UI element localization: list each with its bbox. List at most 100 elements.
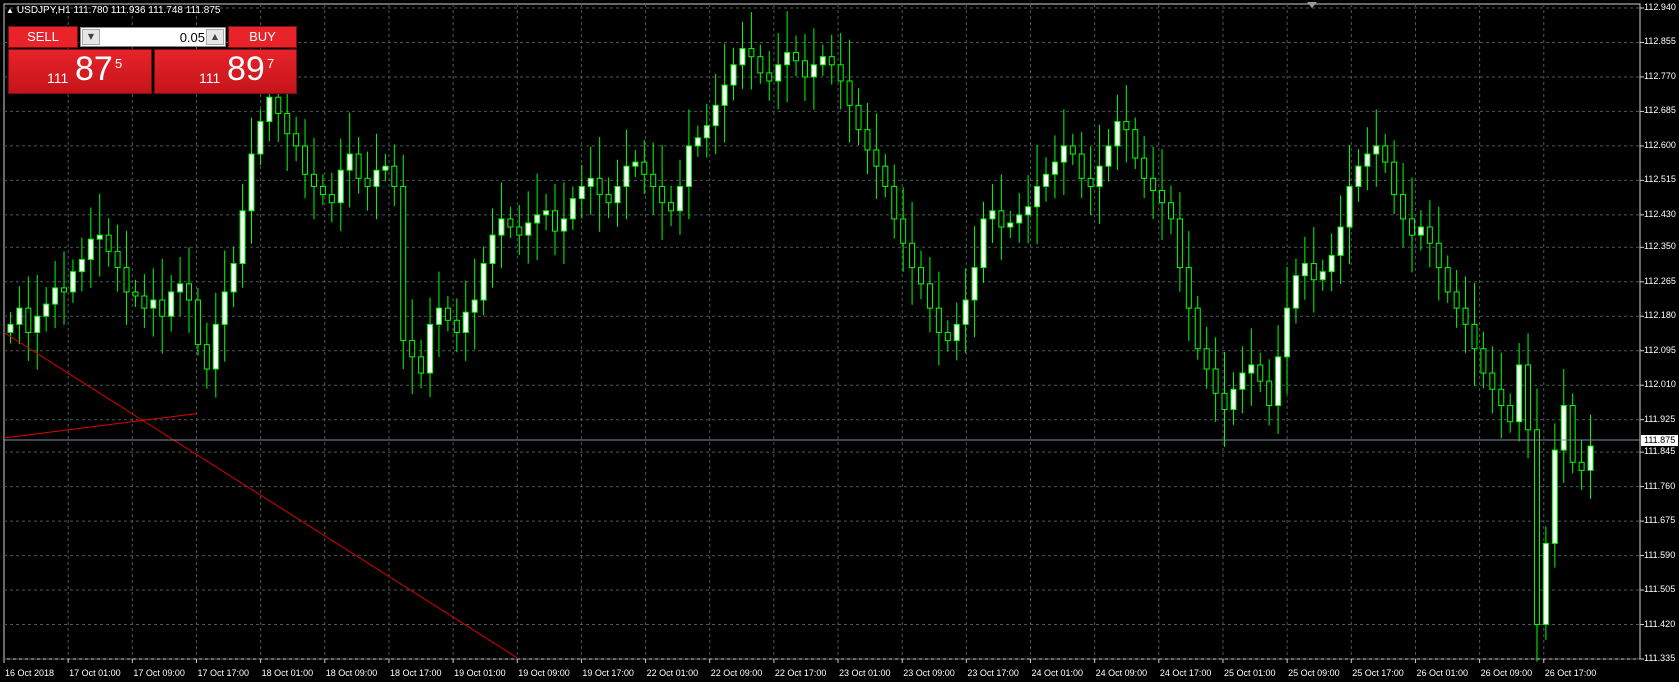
candle-body (319, 185, 326, 196)
x-tick-label: 23 Oct 17:00 (967, 668, 1019, 678)
y-tick-label: 112.010 (1644, 379, 1676, 390)
y-tick-label: 112.770 (1644, 70, 1676, 81)
candle-body (96, 234, 103, 240)
chart-shift-marker-icon[interactable] (1307, 2, 1317, 8)
candle-body (293, 133, 300, 147)
candle-body (52, 287, 59, 305)
candle-body (730, 64, 737, 86)
candle-body (1453, 291, 1460, 309)
candle-body (801, 60, 808, 78)
candle-body (435, 307, 442, 325)
candle-body (1400, 194, 1407, 220)
y-tick-label: 111.590 (1644, 549, 1676, 560)
candle-body (1364, 153, 1371, 167)
x-tick-label: 19 Oct 17:00 (582, 668, 634, 678)
candle-body (659, 185, 666, 204)
candle-body (346, 153, 353, 171)
current-price-label: 111.875 (1641, 434, 1678, 446)
x-tick-label: 17 Oct 17:00 (197, 668, 250, 678)
candle-body (641, 161, 648, 175)
sell-button[interactable]: SELL (8, 26, 78, 48)
sell-price-button[interactable]: 111 87 5 (8, 49, 152, 94)
candle-body (230, 263, 237, 293)
candle-body (1266, 380, 1273, 406)
candle-body (1096, 165, 1103, 187)
candle-body (926, 283, 933, 309)
buy-price-button[interactable]: 111 89 7 (154, 49, 297, 94)
candle-body (1132, 129, 1139, 159)
candle-body (275, 96, 282, 114)
candle-body (1141, 157, 1148, 179)
candle-body (534, 214, 541, 224)
candle-body (1382, 145, 1389, 163)
candle-body (1239, 372, 1246, 390)
lot-increase-arrow-icon[interactable]: ▲ (206, 29, 224, 45)
x-tick-label: 17 Oct 09:00 (133, 668, 185, 678)
candle-body (132, 291, 139, 297)
y-tick-label: 112.855 (1644, 36, 1676, 47)
candle-body (971, 267, 978, 301)
lot-decrease-arrow-icon[interactable]: ▼ (82, 29, 100, 45)
x-tick-label: 19 Oct 01:00 (454, 668, 506, 678)
candle-body (1025, 206, 1032, 216)
candle-body (864, 129, 871, 151)
x-tick-label: 25 Oct 17:00 (1352, 668, 1404, 678)
candle-body (391, 165, 398, 187)
y-tick-label: 111.675 (1644, 515, 1676, 526)
candle-body (873, 149, 880, 167)
plot-frame (3, 3, 1641, 660)
candle-body (382, 165, 389, 171)
candle-body (1328, 254, 1335, 273)
lot-size-input[interactable] (103, 29, 207, 45)
candlestick-chart[interactable] (0, 0, 1679, 682)
candle-body (69, 271, 76, 293)
candle-body (1042, 173, 1049, 187)
candle-body (1569, 404, 1576, 463)
candle-body (471, 299, 478, 313)
candle-body (712, 104, 719, 127)
candle-body (980, 218, 987, 269)
candle-body (1123, 121, 1130, 131)
candle-body (516, 226, 523, 236)
candle-body (1230, 388, 1237, 411)
x-tick-label: 24 Oct 09:00 (1095, 668, 1148, 678)
candle-body (453, 319, 460, 333)
candle-body (400, 185, 407, 342)
candle-body (1203, 348, 1210, 370)
trendline[interactable] (3, 413, 197, 439)
buy-price-fraction: 7 (267, 56, 275, 71)
candle-body (668, 202, 675, 212)
candle-body (953, 323, 960, 342)
buy-button[interactable]: BUY (228, 26, 297, 48)
candle-body (1471, 323, 1478, 350)
trendline[interactable] (3, 332, 518, 659)
candle-body (1587, 445, 1594, 471)
candle-body (1310, 263, 1317, 281)
y-tick-label: 112.265 (1644, 275, 1676, 286)
x-tick-label: 18 Oct 01:00 (261, 668, 314, 678)
candle-body (498, 218, 505, 236)
candle-body (587, 177, 594, 187)
x-tick-label: 26 Oct 17:00 (1544, 668, 1597, 678)
buy-price-pips: 89 (227, 50, 265, 88)
candle-body (1212, 368, 1219, 394)
candle-body (1275, 356, 1282, 406)
x-tick-label: 26 Oct 09:00 (1480, 668, 1533, 678)
candle-body (328, 194, 335, 204)
x-tick-label: 18 Oct 09:00 (325, 668, 378, 678)
collapse-triangle-icon[interactable]: ▲ (6, 6, 14, 15)
candle-body (757, 56, 764, 74)
candle-body (837, 64, 844, 82)
sell-price-pips: 87 (75, 50, 113, 88)
candle-body (819, 56, 826, 66)
x-tick-label: 22 Oct 09:00 (710, 668, 763, 678)
candle-body (1551, 449, 1558, 544)
lot-size-field[interactable]: ▼ ▲ (80, 27, 226, 47)
candle-body (703, 125, 710, 139)
candle-body (1176, 218, 1183, 269)
candle-body (418, 356, 425, 374)
candle-body (1498, 388, 1505, 406)
candle-body (560, 218, 567, 232)
candle-body (364, 177, 371, 187)
candle-body (962, 299, 969, 325)
